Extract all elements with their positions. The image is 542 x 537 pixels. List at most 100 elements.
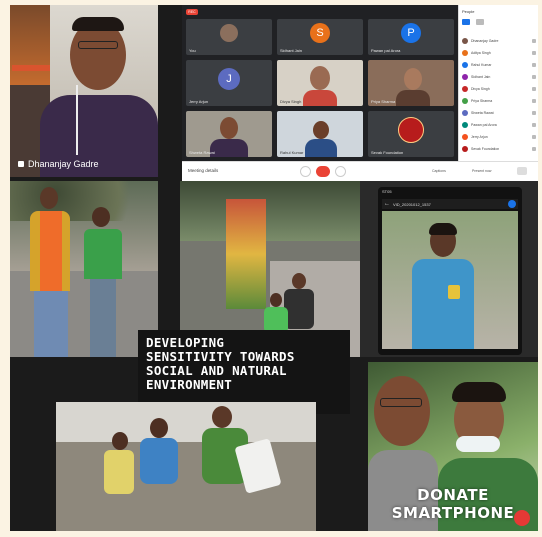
person-name: Sevak Foundation <box>471 147 500 151</box>
mic-icon[interactable] <box>532 147 536 151</box>
meet-window-panel: REC You S Sidhant Jain P Pawan pal Arora… <box>182 5 538 181</box>
participant-face <box>313 121 329 139</box>
sidebar-person[interactable]: Divya Singh <box>459 83 538 95</box>
man-with-glasses-head <box>374 376 430 446</box>
person-name: Sidhant Jain <box>471 75 491 79</box>
video-frame <box>382 211 518 349</box>
sidebar-person[interactable]: Priya Sharma <box>459 95 538 107</box>
video-title-bar: ← VID_20201012_1537 <box>382 199 518 209</box>
mic-icon[interactable] <box>532 87 536 91</box>
sidebar-person[interactable]: Sidhant Jain <box>459 71 538 83</box>
speaker-video-panel: Dhananjay Gadre <box>10 5 158 177</box>
meet-grid-area: REC You S Sidhant Jain P Pawan pal Arora… <box>182 5 458 161</box>
people-tab-icon[interactable] <box>462 19 470 25</box>
present-now-button[interactable]: Present now <box>472 169 491 173</box>
sidebar-person[interactable]: Rahul Kumar <box>459 59 538 71</box>
meeting-details-link[interactable]: Meeting details <box>188 168 218 173</box>
sidebar-list: Dhananjay Gadre Aditya Singh Rahul Kumar… <box>459 35 538 155</box>
speaker-glasses <box>78 41 118 49</box>
donate-line: SMARTPHONE <box>391 504 515 522</box>
person-avatar <box>462 74 468 80</box>
participant-tile[interactable]: Divya Singh <box>277 60 363 106</box>
title-line: SOCIAL AND NATURAL <box>146 363 287 378</box>
video-title: VID_20201012_1537 <box>393 201 431 207</box>
face-mask <box>456 436 500 452</box>
participant-tile[interactable]: J Jerry Arjun <box>186 60 272 106</box>
sidebar-person[interactable]: Shweta Rawat <box>459 107 538 119</box>
person-avatar <box>462 98 468 104</box>
girl-dress <box>104 450 134 494</box>
participant-body <box>210 139 248 157</box>
participant-body <box>396 90 430 106</box>
mic-button[interactable] <box>300 166 311 177</box>
person-name: Pawan pal Arora <box>471 123 497 127</box>
volunteer-jeans <box>34 291 68 357</box>
mic-icon[interactable] <box>532 123 536 127</box>
participant-avatar: P <box>401 23 421 43</box>
participant-label: Rahul Kumar <box>280 150 304 155</box>
speaker-name: Dhananjay Gadre <box>28 159 99 169</box>
person-avatar <box>462 122 468 128</box>
sidebar-person[interactable]: Dhananjay Gadre <box>459 35 538 47</box>
speaker-hair <box>72 17 124 31</box>
participant-tile[interactable]: Sevak Foundation <box>368 111 454 157</box>
mic-icon[interactable] <box>532 51 536 55</box>
captions-button[interactable]: Captions <box>432 169 446 173</box>
trees <box>180 181 360 241</box>
phone-status-bar: ST05 <box>382 189 392 194</box>
chat-tab-icon[interactable] <box>476 19 484 25</box>
person-name: Shweta Rawat <box>471 111 494 115</box>
sidebar-tabs <box>462 19 536 29</box>
participant-tile[interactable]: P Pawan pal Arora <box>368 19 454 55</box>
participant-body <box>303 90 337 106</box>
people-sidebar: People Dhananjay Gadre Aditya Singh Rahu… <box>458 5 538 161</box>
participant-avatar: J <box>218 68 240 90</box>
participant-body <box>305 139 337 157</box>
person-name: Aditya Singh <box>471 51 491 55</box>
participant-tile[interactable]: S Sidhant Jain <box>277 19 363 55</box>
sidebar-person[interactable]: Sevak Foundation <box>459 143 538 155</box>
mic-icon[interactable] <box>532 111 536 115</box>
participant-tile[interactable]: You <box>186 19 272 55</box>
end-call-button[interactable] <box>316 166 330 177</box>
mic-icon[interactable] <box>532 39 536 43</box>
donate-line: DONATE <box>417 486 489 504</box>
share-icon[interactable] <box>508 200 516 208</box>
participant-label: Pawan pal Arora <box>371 48 401 53</box>
person-avatar <box>462 38 468 44</box>
back-arrow-icon[interactable]: ← <box>384 201 390 207</box>
record-button-icon[interactable] <box>514 510 530 526</box>
person-avatar <box>462 110 468 116</box>
participant-label: Jerry Arjun <box>189 99 209 104</box>
volunteer-shirt <box>40 211 62 291</box>
participant-tile[interactable]: Rahul Kumar <box>277 111 363 157</box>
glasses <box>380 398 422 407</box>
donate-smartphone-text: DONATE SMARTPHONE <box>368 486 538 522</box>
camera-button[interactable] <box>335 166 346 177</box>
participant-label: Sidhant Jain <box>280 48 303 53</box>
participant-face <box>310 66 330 90</box>
person-name: Priya Sharma <box>471 99 493 103</box>
wall-poster <box>10 5 50 85</box>
person-avatar <box>462 134 468 140</box>
speaker-name-caption: Dhananjay Gadre <box>18 159 99 169</box>
sidebar-person[interactable]: Aditya Singh <box>459 47 538 59</box>
participant-tile[interactable]: Shweta Rawat <box>186 111 272 157</box>
more-options-icon[interactable] <box>517 167 527 175</box>
participant-tile[interactable]: Priya Sharma <box>368 60 454 106</box>
photo-children-phone <box>56 402 316 531</box>
sidebar-person[interactable]: Jerry Arjun <box>459 131 538 143</box>
photo-boys-street <box>10 181 158 357</box>
mic-icon[interactable] <box>532 63 536 67</box>
title-line: ENVIRONMENT <box>146 377 233 392</box>
record-badge: REC <box>186 9 198 15</box>
mic-icon[interactable] <box>532 135 536 139</box>
participant-photo <box>220 24 238 42</box>
mic-icon[interactable] <box>532 99 536 103</box>
poster-text <box>12 65 50 71</box>
person-avatar <box>462 86 468 92</box>
donate-smartphone-panel: DONATE SMARTPHONE <box>368 362 538 531</box>
mic-icon[interactable] <box>532 75 536 79</box>
boy-head <box>150 418 168 438</box>
sidebar-person[interactable]: Pawan pal Arora <box>459 119 538 131</box>
